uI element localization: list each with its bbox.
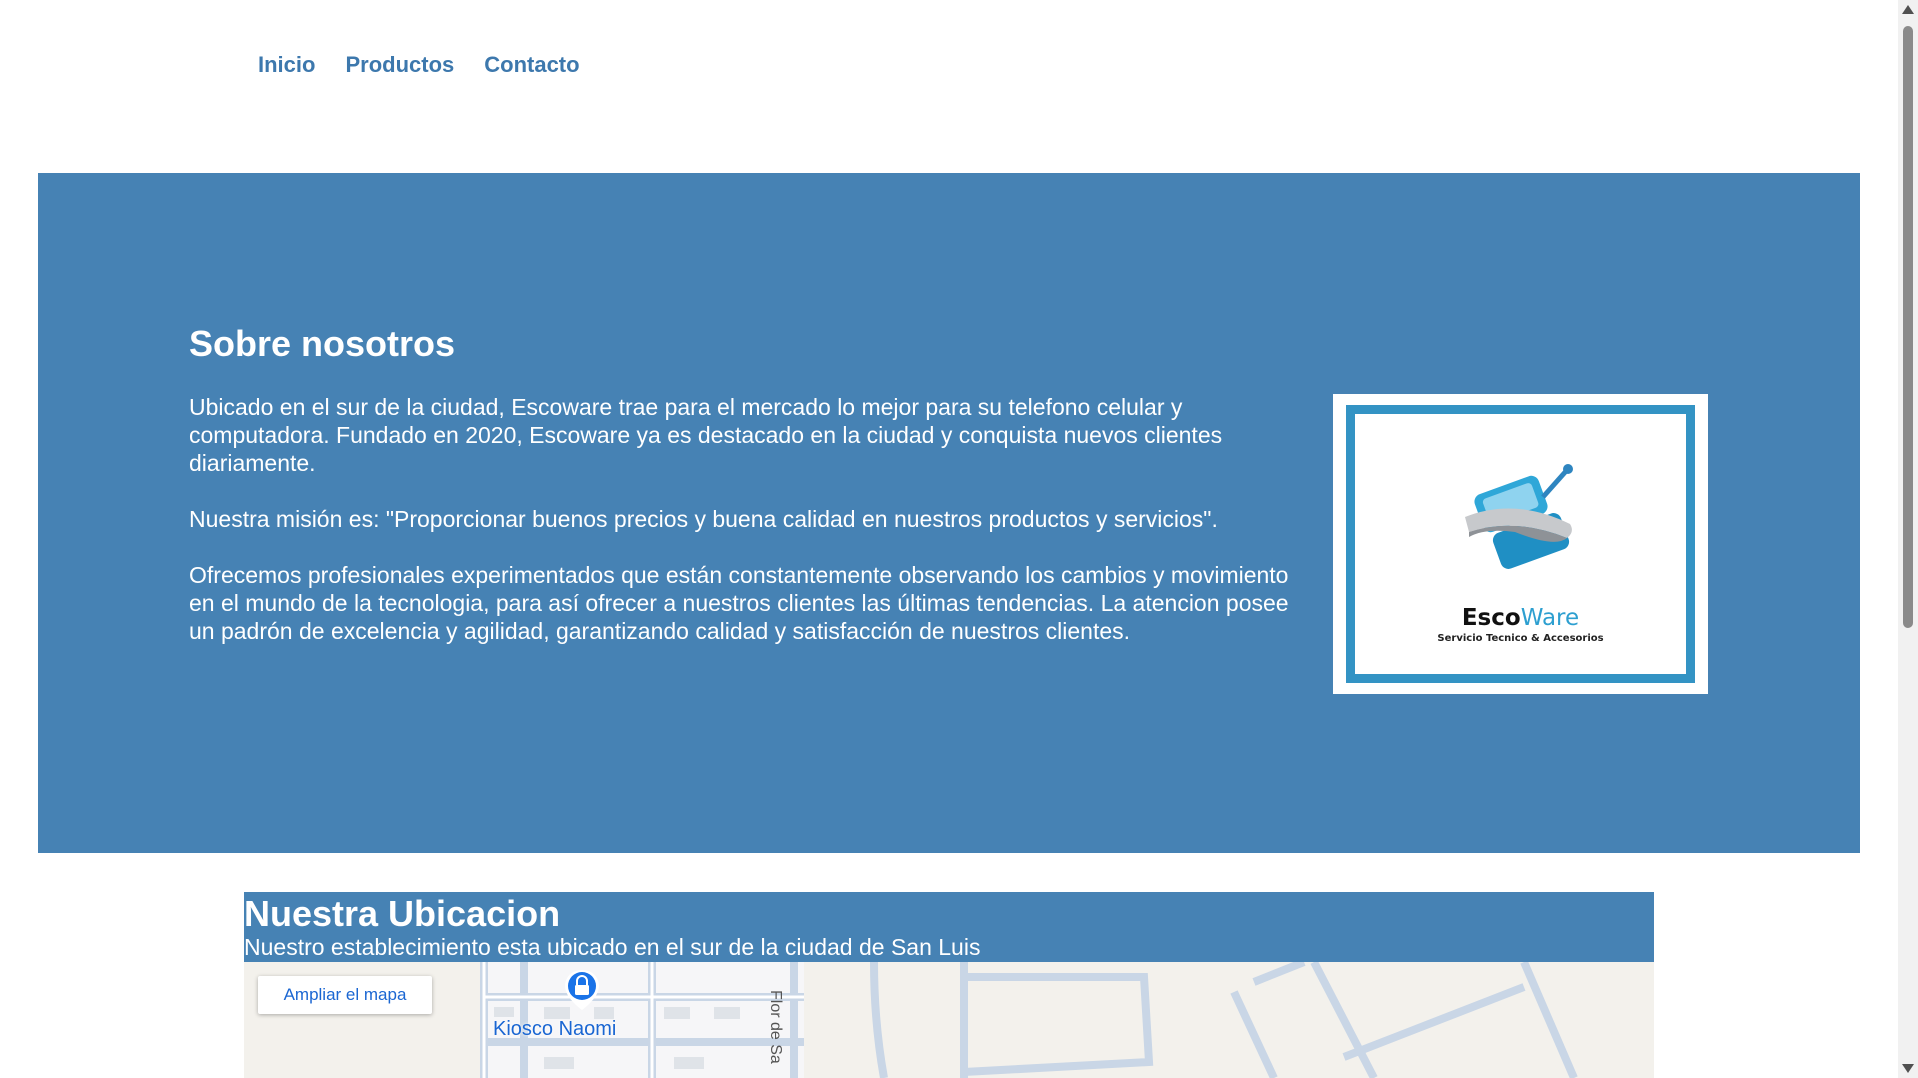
nav-inicio[interactable]: Inicio [258,52,315,78]
scroll-thumb[interactable] [1903,26,1913,628]
location-title: Nuestra Ubicacion [244,893,561,934]
company-logo: EscoWare Servicio Tecnico & Accesorios [1333,394,1708,694]
embedded-map[interactable]: Ampliar el mapa Kiosco Naomi Flor de Sa [244,962,1654,1078]
nav-productos[interactable]: Productos [345,52,454,78]
logo-wordmark: EscoWare [1355,605,1686,631]
about-paragraph: Nuestra misión es: "Proporcionar buenos … [189,506,1218,532]
about-paragraph: Ubicado en el sur de la ciudad, Escoware… [189,394,1223,476]
logo-border: EscoWare Servicio Tecnico & Accesorios [1346,405,1695,683]
map-place-label[interactable]: Kiosco Naomi [493,1018,616,1041]
about-title: Sobre nosotros [189,323,456,364]
location-header: Nuestra Ubicacion Nuestro establecimient… [244,892,1654,962]
page-scrollbar[interactable] [1898,0,1918,1078]
logo-word-esco: Esco [1461,605,1521,631]
map-streets [480,962,1578,1078]
about-paragraph: Ofrecemos profesionales experimentados q… [189,562,1289,644]
phone-wrench-logo-icon [1465,464,1573,569]
about-section: Sobre nosotros Ubicado en el sur de la c… [38,173,1860,853]
lock-pin-icon[interactable] [562,968,602,1012]
logo-word-ware: Ware [1520,605,1580,631]
expand-map-button[interactable]: Ampliar el mapa [258,976,432,1014]
scroll-down-arrow-icon[interactable] [1902,1064,1914,1073]
location-section: Nuestra Ubicacion Nuestro establecimient… [244,892,1654,1078]
logo-subtitle: Servicio Tecnico & Accesorios [1437,633,1604,644]
main-nav: Inicio Productos Contacto [258,52,580,78]
about-text: Ubicado en el sur de la ciudad, Escoware… [189,393,1314,673]
scroll-up-arrow-icon[interactable] [1902,5,1914,14]
map-street-label: Flor de Sa [767,990,784,1064]
nav-contacto[interactable]: Contacto [484,52,579,78]
location-subtitle: Nuestro establecimiento esta ubicado en … [244,934,981,960]
